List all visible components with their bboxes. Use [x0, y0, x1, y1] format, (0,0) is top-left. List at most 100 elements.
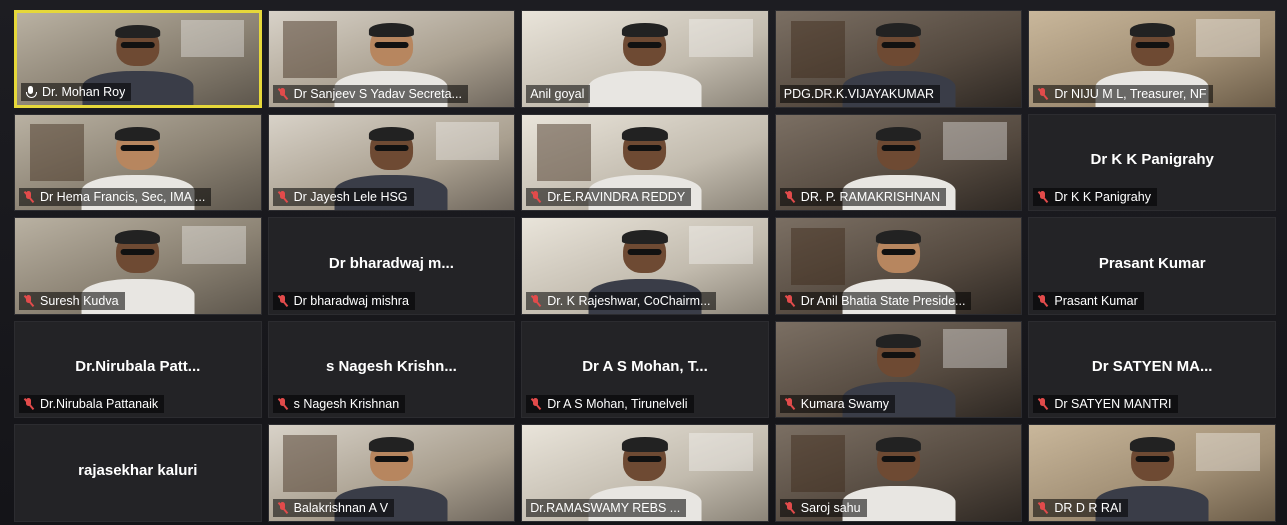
participant-name: Suresh Kudva — [40, 293, 119, 308]
participant-name: Prasant Kumar — [1054, 293, 1138, 308]
participant-tile[interactable]: Dr Sanjeev S Yadav Secreta... — [267, 10, 516, 108]
participant-tile[interactable]: Dr. K Rajeshwar, CoChairm... — [521, 217, 769, 315]
participant-name-label: Saroj sahu — [779, 498, 867, 517]
participant-tile[interactable]: Dr Hema Francis, Sec, IMA ... — [14, 113, 262, 212]
participant-tile[interactable]: PDG.DR.K.VIJAYAKUMAR — [774, 10, 1023, 108]
participant-tile[interactable]: Dr.Nirubala Patt... Dr.Nirubala Pattanaik — [14, 320, 262, 419]
participant-display-name: Dr SATYEN MA... — [1091, 358, 1213, 376]
participant-tile[interactable]: Dr Jayesh Lele HSG — [267, 113, 516, 212]
mic-muted-icon — [530, 191, 542, 203]
participant-tile[interactable]: Suresh Kudva — [14, 217, 262, 315]
participant-tile[interactable]: Prasant Kumar Prasant Kumar — [1028, 217, 1276, 315]
participant-name: Dr Hema Francis, Sec, IMA ... — [40, 190, 206, 205]
video-background — [283, 20, 338, 78]
mic-muted-icon — [1037, 501, 1049, 514]
participant-name-label: Dr A S Mohan, Tirunelveli — [526, 395, 694, 414]
participant-display-name: Prasant Kumar — [1098, 254, 1206, 272]
participant-name-label: Dr Hema Francis, Sec, IMA ... — [19, 188, 212, 207]
video-background — [790, 434, 845, 493]
participant-name-label: Suresh Kudva — [19, 291, 125, 310]
video-background — [283, 434, 338, 493]
participant-name: Dr.E.RAVINDRA REDDY — [547, 190, 686, 205]
participant-name-label: PDG.DR.K.VIJAYAKUMAR — [779, 84, 941, 103]
participant-tile[interactable]: Dr. Mohan Roy — [14, 10, 262, 108]
participant-tile[interactable]: Anil goyal — [521, 10, 769, 108]
mic-icon — [25, 85, 37, 98]
participant-display-name: s Nagesh Krishn... — [325, 358, 457, 376]
mic-muted-icon — [23, 294, 35, 307]
participant-name-label: DR. P. RAMAKRISHNAN — [779, 188, 947, 207]
mic-muted-icon — [277, 294, 289, 307]
participant-name: Dr. Mohan Roy — [42, 84, 126, 99]
participant-tile[interactable]: Dr SATYEN MA... Dr SATYEN MANTRI — [1028, 320, 1276, 419]
participant-name: DR D R RAI — [1054, 500, 1122, 515]
participant-name: Kumara Swamy — [800, 397, 890, 412]
mic-muted-icon — [530, 294, 542, 307]
participant-name: Dr Anil Bhatia State Preside... — [800, 293, 966, 308]
participant-tile[interactable]: Dr Anil Bhatia State Preside... — [774, 217, 1023, 315]
participant-name: Dr.Nirubala Pattanaik — [40, 397, 159, 412]
participant-name: Dr. K Rajeshwar, CoChairm... — [547, 293, 711, 308]
mic-muted-icon — [1037, 294, 1049, 307]
participant-name-label: Prasant Kumar — [1033, 291, 1144, 310]
participant-name: PDG.DR.K.VIJAYAKUMAR — [783, 86, 935, 101]
participant-name-label: Balakrishnan A V — [272, 498, 395, 517]
participant-display-name: Dr A S Mohan, T... — [582, 358, 708, 376]
participant-tile[interactable]: DR. P. RAMAKRISHNAN — [774, 113, 1023, 212]
participant-name-label: Anil goyal — [526, 84, 591, 103]
mic-muted-icon — [1037, 87, 1049, 100]
video-background — [536, 124, 591, 182]
mic-muted-icon — [277, 398, 289, 410]
participant-name-label: Dr Jayesh Lele HSG — [272, 188, 414, 207]
video-background — [29, 124, 84, 182]
participant-display-name: Dr K K Panigrahy — [1090, 150, 1214, 168]
participant-name: Dr Jayesh Lele HSG — [293, 190, 408, 205]
participant-name: DR. P. RAMAKRISHNAN — [800, 190, 941, 205]
participant-name: Dr A S Mohan, Tirunelveli — [547, 397, 688, 412]
participant-grid: Dr. Mohan Roy Dr Sanjeev S Yadav Secreta.… — [14, 10, 1276, 522]
participant-name: Balakrishnan A V — [293, 500, 389, 515]
participant-name: Dr Sanjeev S Yadav Secreta... — [293, 86, 462, 101]
participant-name-label: Dr bharadwaj mishra — [272, 291, 415, 310]
participant-tile[interactable]: Kumara Swamy — [774, 320, 1023, 419]
participant-name: Dr NIJU M L, Treasurer, NF — [1054, 86, 1207, 101]
mic-muted-icon — [784, 294, 796, 307]
mic-muted-icon — [277, 191, 289, 203]
mic-muted-icon — [784, 398, 796, 410]
mic-muted-icon — [277, 501, 289, 514]
participant-tile[interactable]: Dr bharadwaj m... Dr bharadwaj mishra — [267, 217, 516, 315]
participant-video — [588, 19, 702, 107]
participant-name-label: Dr K K Panigrahy — [1033, 188, 1157, 207]
participant-name: Dr K K Panigrahy — [1054, 190, 1151, 205]
participant-tile[interactable]: Dr.RAMASWAMY REBS ... — [521, 424, 769, 522]
participant-tile[interactable]: s Nagesh Krishn... s Nagesh Krishnan — [267, 320, 516, 419]
zoom-gallery-view: Dr. Mohan Roy Dr Sanjeev S Yadav Secreta.… — [0, 0, 1287, 525]
participant-name-label: DR D R RAI — [1033, 498, 1128, 517]
participant-name-label: Dr.Nirubala Pattanaik — [19, 395, 165, 414]
participant-name: Saroj sahu — [800, 500, 861, 515]
participant-name: s Nagesh Krishnan — [293, 397, 400, 412]
participant-name-label: Dr Sanjeev S Yadav Secreta... — [272, 84, 468, 103]
mic-muted-icon — [23, 398, 35, 410]
mic-muted-icon — [277, 87, 289, 100]
participant-display-name: Dr.Nirubala Patt... — [75, 358, 201, 376]
participant-name-label: Kumara Swamy — [779, 395, 896, 414]
participant-tile[interactable]: Dr K K Panigrahy Dr K K Panigrahy — [1028, 113, 1276, 212]
participant-name-label: s Nagesh Krishnan — [272, 395, 406, 414]
participant-tile[interactable]: Balakrishnan A V — [267, 424, 516, 522]
participant-tile[interactable]: rajasekhar kaluri — [14, 424, 262, 522]
participant-tile[interactable]: Dr.E.RAVINDRA REDDY — [521, 113, 769, 212]
participant-name-label: Dr.E.RAVINDRA REDDY — [526, 188, 692, 207]
participant-tile[interactable]: Dr NIJU M L, Treasurer, NF — [1028, 10, 1276, 108]
participant-name-label: Dr NIJU M L, Treasurer, NF — [1033, 84, 1213, 103]
participant-name: Dr SATYEN MANTRI — [1054, 397, 1172, 412]
mic-muted-icon — [1037, 398, 1049, 410]
participant-name-label: Dr.RAMASWAMY REBS ... — [526, 498, 687, 517]
participant-name: Dr bharadwaj mishra — [293, 293, 409, 308]
video-background — [790, 20, 845, 78]
mic-muted-icon — [23, 191, 35, 203]
participant-tile[interactable]: DR D R RAI — [1028, 424, 1276, 522]
participant-name-label: Dr SATYEN MANTRI — [1033, 395, 1178, 414]
participant-tile[interactable]: Saroj sahu — [774, 424, 1023, 522]
participant-tile[interactable]: Dr A S Mohan, T... Dr A S Mohan, Tirunelv… — [521, 320, 769, 419]
